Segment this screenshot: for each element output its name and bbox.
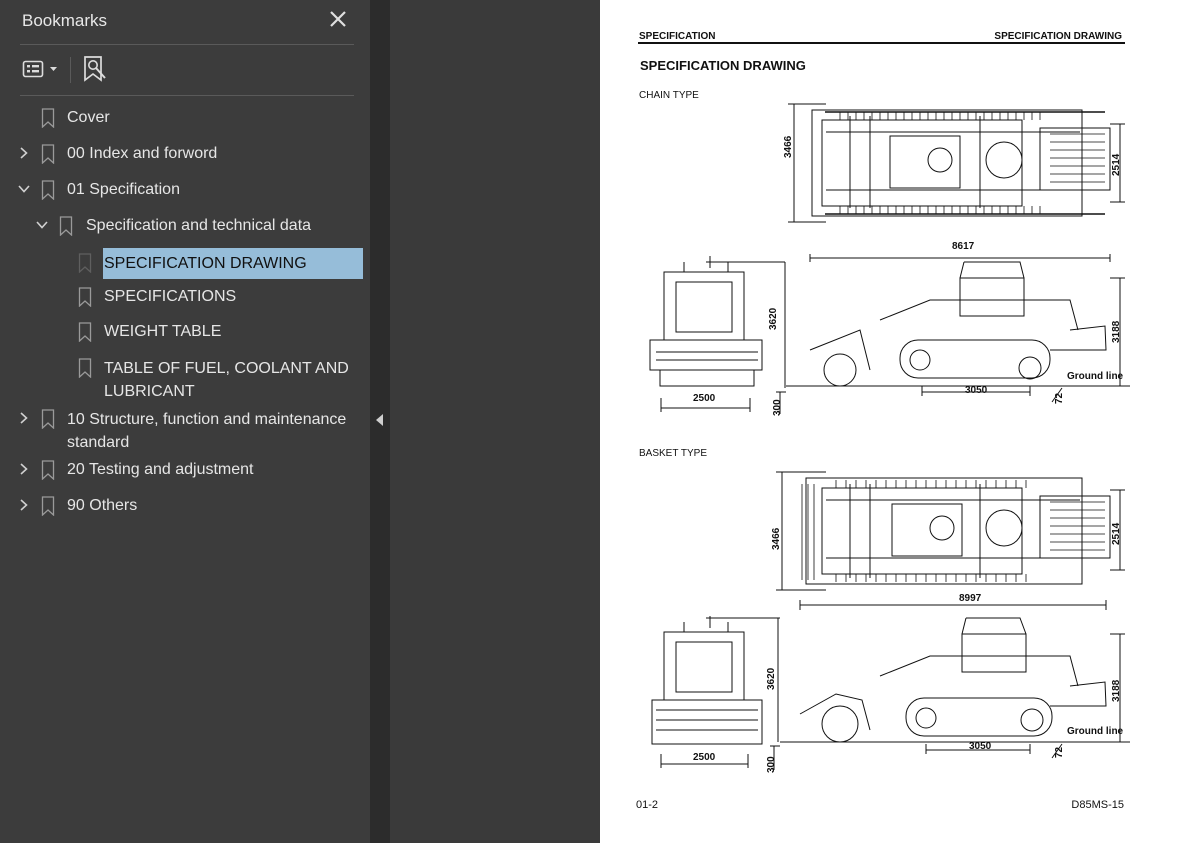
toolbar-divider [70,57,71,83]
bookmark-icon [41,180,55,200]
bookmark-label: 90 Others [67,497,138,514]
chevron-right-icon[interactable] [17,146,31,160]
machine-drawings [649,103,1130,770]
bookmark-item-specification[interactable]: 01 Specification [0,179,370,201]
bookmark-icon [41,409,55,429]
chain-wheelbase: 3050 [965,385,988,396]
basket-wheelbase: 3050 [969,741,992,752]
basket-cab-height: 3188 [1111,679,1122,702]
bookmark-item-structure-function[interactable]: 10 Structure, function and maintenance s… [0,408,370,454]
collapse-panel-icon[interactable] [376,414,383,426]
bookmark-icon [41,496,55,516]
bookmarks-panel: Bookmarks Cover 00 Index and forword 01 … [0,0,370,843]
chain-ground-offset: 300 [772,399,783,416]
chevron-right-icon[interactable] [17,462,31,476]
panel-title: Bookmarks [22,11,108,30]
basket-ground-offset: 300 [766,756,777,773]
page-footer-right: D85MS-15 [1071,799,1124,811]
basket-grouser: 72 [1054,746,1065,758]
chain-top-track: 2514 [1111,153,1122,176]
bookmark-label: WEIGHT TABLE [104,323,222,340]
chevron-down-icon[interactable] [17,182,31,196]
basket-height: 3620 [766,667,777,690]
chain-length: 8617 [952,241,975,252]
bookmark-item-weight-table[interactable]: WEIGHT TABLE [0,321,370,343]
bookmark-options-icon[interactable] [22,58,62,80]
basket-ground-line: Ground line [1067,726,1124,737]
basket-front-view-drawing [651,616,780,768]
bookmark-label: 01 Specification [67,181,180,198]
bookmark-icon [78,287,92,307]
close-icon[interactable] [326,7,350,31]
chain-ground-line: Ground line [1067,371,1124,382]
bookmark-icon [59,216,73,236]
bookmark-label: 10 Structure, function and maintenance s… [67,411,347,451]
chain-front-view-drawing [649,256,786,412]
bookmark-icon [41,460,55,480]
bookmark-item-specifications[interactable]: SPECIFICATIONS [0,286,370,308]
bookmark-item-index[interactable]: 00 Index and forword [0,143,370,165]
chevron-right-icon[interactable] [17,411,31,425]
bookmark-icon [41,144,55,164]
bookmark-item-testing-adjustment[interactable]: 20 Testing and adjustment [0,459,370,481]
basket-top-width: 3466 [771,527,782,550]
divider [20,95,354,96]
chain-cab-height: 3188 [1111,320,1122,343]
bookmark-icon [78,358,92,378]
bookmark-label: Specification and technical data [86,217,312,234]
bookmark-label: 00 Index and forword [67,145,218,162]
chain-top-view-drawing [788,103,1125,223]
basket-track-gauge: 2500 [693,752,716,763]
find-bookmark-icon[interactable] [82,55,108,83]
bookmark-item-others[interactable]: 90 Others [0,495,370,517]
chain-side-view-drawing [776,254,1130,414]
chain-height: 3620 [768,307,779,330]
bookmark-label-selected: SPECIFICATION DRAWING [103,248,363,279]
basket-side-view-drawing [770,600,1130,770]
chevron-right-icon[interactable] [17,498,31,512]
bookmark-icon [78,253,92,273]
chain-top-width: 3466 [783,135,794,158]
bookmark-item-spec-technical-data[interactable]: Specification and technical data [0,215,370,237]
bookmark-label: 20 Testing and adjustment [67,461,254,478]
bookmark-item-specification-drawing[interactable]: SPECIFICATION DRAWING [0,248,370,279]
chain-track-gauge: 2500 [693,393,716,404]
bookmark-item-fuel-coolant-lubricant[interactable]: TABLE OF FUEL, COOLANT AND LUBRICANT [0,357,370,403]
bookmark-label: SPECIFICATIONS [104,288,237,305]
basket-top-view-drawing [776,471,1125,591]
bookmark-item-cover[interactable]: Cover [0,107,370,129]
pdf-page: SPECIFICATION SPECIFICATION DRAWING SPEC… [600,0,1200,843]
bookmark-icon [78,322,92,342]
bookmark-label: Cover [67,109,110,126]
page-footer-left: 01-2 [636,799,659,811]
chevron-down-icon[interactable] [35,218,49,232]
chain-grouser: 72 [1054,392,1065,404]
divider [20,44,354,45]
basket-top-track: 2514 [1111,522,1122,545]
bookmark-label: TABLE OF FUEL, COOLANT AND LUBRICANT [104,360,349,400]
bookmark-icon [41,108,55,128]
basket-length: 8997 [959,593,982,604]
